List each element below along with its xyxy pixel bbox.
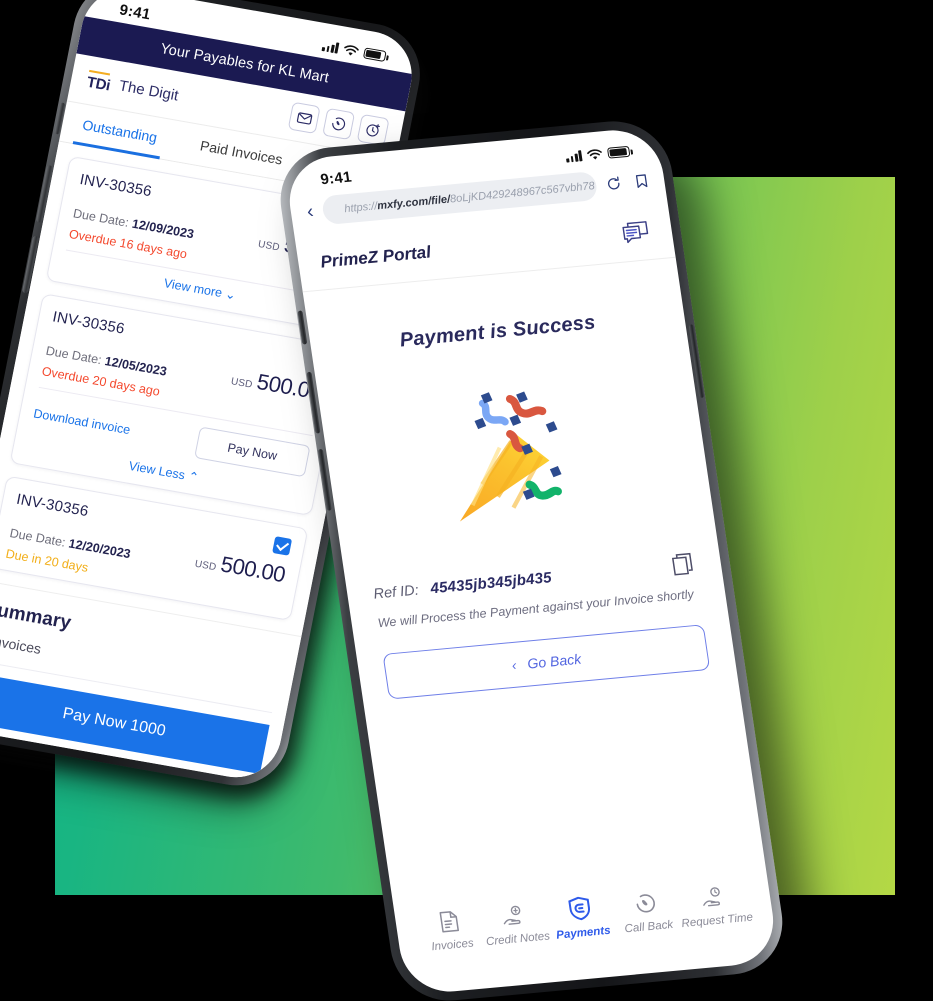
browser-actions: [605, 173, 649, 192]
chevron-down-icon: ⌄: [224, 286, 238, 303]
cellular-bars-icon: [321, 40, 340, 54]
go-back-button[interactable]: ‹ Go Back: [382, 624, 711, 700]
currency-code: USD: [257, 238, 281, 253]
app-title: PrimeZ Portal: [319, 242, 433, 272]
payments-shield-icon: [568, 896, 591, 921]
view-less-label: View Less: [127, 458, 187, 482]
brand-name: The Digit: [117, 76, 181, 105]
nav-item-request-time[interactable]: Request Time: [677, 883, 754, 930]
due-date: 12/20/2023: [67, 536, 132, 561]
due-label: Due Date:: [44, 343, 103, 367]
invoice-document-icon: [439, 911, 459, 933]
chevron-left-icon: ‹: [510, 656, 518, 674]
chevron-up-icon: ⌃: [186, 468, 201, 485]
due-date: 12/09/2023: [130, 216, 196, 241]
status-time: 9:41: [319, 168, 353, 189]
credit-note-hand-icon: [504, 905, 521, 925]
reload-icon[interactable]: [605, 176, 622, 192]
due-label: Due Date:: [8, 525, 67, 550]
nav-label: Payments: [555, 924, 612, 942]
nav-label: Credit Notes: [485, 930, 551, 949]
scene: 9:41 Your Payables for KL Mart TDi The D…: [0, 0, 933, 1001]
url-scheme: https://: [343, 199, 379, 215]
wifi-icon: [587, 148, 602, 160]
ref-value: 45435jb345jb435: [429, 568, 553, 597]
success-heading: Payment is Success: [398, 311, 597, 352]
cellular-bars-icon: [566, 150, 583, 163]
nav-label: Invoices: [430, 937, 475, 954]
request-time-hand-icon: [703, 887, 721, 907]
tdi-logo-mark: TDi: [85, 69, 112, 94]
due-label: Due Date:: [71, 205, 131, 230]
bookmark-icon[interactable]: [634, 173, 649, 189]
nav-item-credit-notes[interactable]: Credit Notes: [480, 902, 551, 949]
brand-logo: TDi The Digit: [85, 69, 180, 106]
party-popper-icon: [459, 391, 562, 522]
nav-label: Call Back: [623, 918, 674, 936]
brand-actions: [287, 101, 390, 147]
go-back-label: Go Back: [526, 650, 583, 672]
download-invoice-link[interactable]: Download invoice: [32, 406, 131, 437]
wifi-icon: [344, 44, 359, 56]
battery-icon: [606, 145, 631, 159]
currency-code: USD: [229, 375, 254, 391]
invoice-checkbox[interactable]: [272, 535, 293, 556]
url-path: 8oLjKD429248967c567vbh78: [449, 179, 596, 205]
call-back-icon: [636, 894, 655, 913]
view-more-label: View more: [162, 275, 224, 300]
nav-item-invoices[interactable]: Invoices: [415, 908, 486, 955]
copy-icon[interactable]: [671, 552, 696, 578]
nav-item-call-back[interactable]: Call Back: [611, 889, 682, 936]
battery-icon: [362, 47, 387, 62]
nav-label: Request Time: [680, 911, 754, 931]
currency-code: USD: [193, 558, 218, 573]
invoice-card[interactable]: INV-30356 Due Date: 12/05/2023 USD 500.0…: [9, 292, 345, 516]
lock-icon: [337, 207, 338, 216]
url-host: mxfy.com/file/: [376, 193, 451, 212]
status-time: 9:41: [118, 1, 153, 24]
back-chevron-icon[interactable]: ‹: [306, 201, 315, 222]
nav-item-payments[interactable]: Payments: [545, 894, 617, 943]
amount-value: 500.00: [218, 550, 288, 587]
ref-label: Ref ID:: [372, 582, 420, 603]
reference-id: Ref ID: 45435jb345jb435: [372, 568, 553, 603]
chat-bubbles-icon[interactable]: [621, 220, 651, 246]
due-date: 12/05/2023: [103, 353, 169, 379]
mail-icon[interactable]: [287, 101, 321, 135]
call-back-icon[interactable]: [322, 107, 356, 141]
status-indicators: [565, 145, 631, 163]
